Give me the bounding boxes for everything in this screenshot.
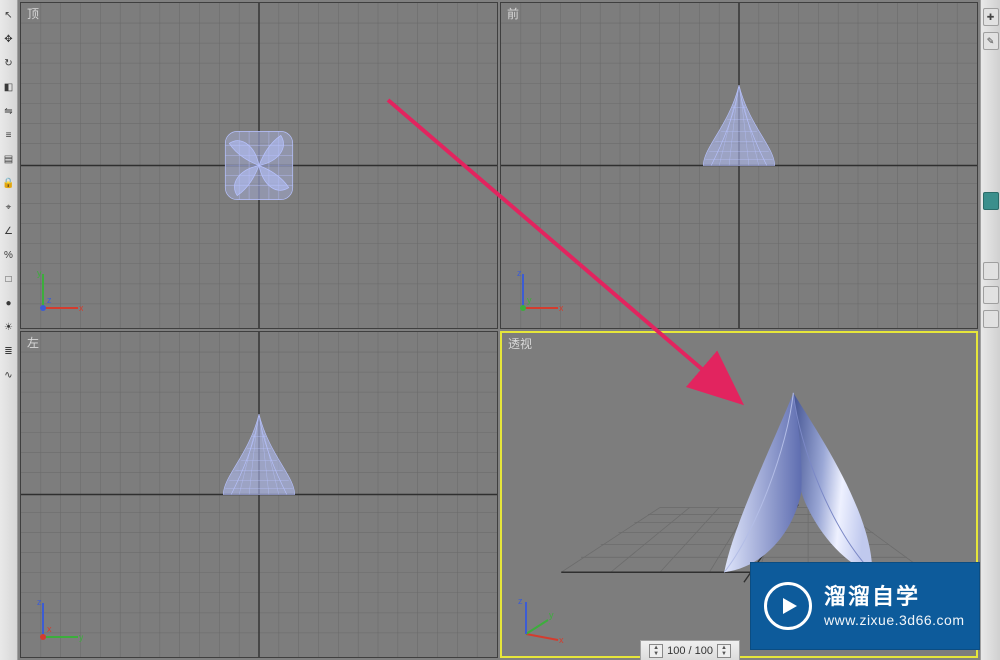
move-icon[interactable]: ✥ <box>1 28 17 50</box>
create-tab[interactable]: ✚ <box>983 8 999 26</box>
layer-icon[interactable]: ▤ <box>1 148 17 170</box>
command-panel: ✚ ✎ <box>980 0 1000 660</box>
svg-text:z: z <box>518 596 523 606</box>
render-icon[interactable]: ☀ <box>1 316 17 338</box>
spinner-down-icon[interactable]: ▲▼ <box>649 644 663 658</box>
panel-button-b[interactable] <box>983 286 999 304</box>
viewport-canvas-left <box>21 332 497 657</box>
axis-gizmo-front: x z y <box>513 268 563 318</box>
material-icon[interactable]: ● <box>1 292 17 314</box>
align-icon[interactable]: ≡ <box>1 124 17 146</box>
panel-button-c[interactable] <box>983 310 999 328</box>
svg-text:x: x <box>47 624 52 634</box>
viewport-grid: 顶 <box>18 0 980 660</box>
svg-text:x: x <box>559 635 564 645</box>
scale-icon[interactable]: ◧ <box>1 76 17 98</box>
modify-tab[interactable]: ✎ <box>983 32 999 50</box>
rotate-icon[interactable]: ↻ <box>1 52 17 74</box>
angle-snap-icon[interactable]: ∠ <box>1 220 17 242</box>
schematic-icon[interactable]: ≣ <box>1 340 17 362</box>
svg-text:y: y <box>549 610 554 620</box>
svg-text:z: z <box>37 597 42 607</box>
named-sel-icon[interactable]: □ <box>1 268 17 290</box>
axis-gizmo-perspective: x y z <box>514 596 564 646</box>
spinner-up-icon[interactable]: ▲▼ <box>717 644 731 658</box>
viewport-left[interactable]: 左 y z <box>20 331 498 658</box>
mirror-icon[interactable]: ⇋ <box>1 100 17 122</box>
frame-counter: ▲▼ 100 / 100 ▲▼ <box>640 640 740 660</box>
panel-color-swatch[interactable] <box>983 192 999 210</box>
svg-text:y: y <box>79 632 83 642</box>
watermark: 溜溜自学 www.zixue.3d66.com <box>750 562 980 650</box>
watermark-title: 溜溜自学 <box>824 582 965 612</box>
viewport-canvas-front <box>501 3 977 328</box>
svg-text:y: y <box>527 295 532 305</box>
axis-gizmo-left: y z x <box>33 597 83 647</box>
svg-text:z: z <box>517 268 522 278</box>
snap-icon[interactable]: ⌖ <box>1 196 17 218</box>
frame-display: 100 / 100 <box>667 645 713 657</box>
watermark-url: www.zixue.3d66.com <box>824 611 965 630</box>
select-icon[interactable]: ↖ <box>1 4 17 26</box>
curve-editor-icon[interactable]: ∿ <box>1 364 17 386</box>
left-toolbar: ↖ ✥ ↻ ◧ ⇋ ≡ ▤ 🔒 ⌖ ∠ % □ ● ☀ ≣ ∿ <box>0 0 18 660</box>
svg-text:z: z <box>47 295 52 305</box>
panel-button-a[interactable] <box>983 262 999 280</box>
lock-icon[interactable]: 🔒 <box>1 172 17 194</box>
viewport-front[interactable]: 前 x z <box>500 2 978 329</box>
percent-snap-icon[interactable]: % <box>1 244 17 266</box>
svg-text:y: y <box>37 268 42 278</box>
play-icon <box>764 582 812 630</box>
svg-text:x: x <box>559 303 563 313</box>
viewport-top[interactable]: 顶 <box>20 2 498 329</box>
viewport-canvas-top <box>21 3 497 328</box>
svg-text:x: x <box>79 303 83 313</box>
axis-gizmo-top: x y z <box>33 268 83 318</box>
